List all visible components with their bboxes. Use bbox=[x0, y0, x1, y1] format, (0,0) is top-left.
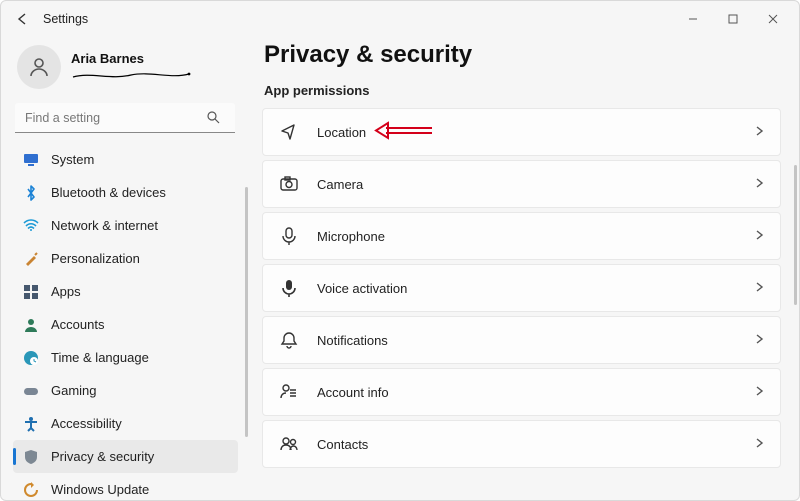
sidebar-item-label: Apps bbox=[51, 284, 81, 299]
sidebar-item-label: Time & language bbox=[51, 350, 149, 365]
accessibility-icon bbox=[23, 416, 39, 432]
camera-icon bbox=[279, 175, 299, 193]
paintbrush-icon bbox=[23, 251, 39, 267]
monitor-icon bbox=[23, 152, 39, 168]
avatar bbox=[17, 45, 61, 89]
sidebar-item-gaming[interactable]: Gaming bbox=[13, 374, 238, 407]
permission-notifications[interactable]: Notifications bbox=[262, 316, 781, 364]
sidebar-item-apps[interactable]: Apps bbox=[13, 275, 238, 308]
profile-block[interactable]: Aria Barnes bbox=[13, 41, 242, 97]
sidebar-item-system[interactable]: System bbox=[13, 143, 238, 176]
sidebar-item-network-internet[interactable]: Network & internet bbox=[13, 209, 238, 242]
chevron-right-icon bbox=[754, 383, 764, 401]
chevron-right-icon bbox=[754, 331, 764, 349]
sidebar-item-privacy-security[interactable]: Privacy & security bbox=[13, 440, 238, 473]
chevron-right-icon bbox=[754, 435, 764, 453]
account-info-icon bbox=[279, 383, 299, 401]
permission-voice-activation[interactable]: Voice activation bbox=[262, 264, 781, 312]
globe-clock-icon bbox=[23, 350, 39, 366]
section-heading: App permissions bbox=[262, 83, 781, 108]
apps-icon bbox=[23, 284, 39, 300]
sidebar: Aria Barnes System Bluetooth & devices Net… bbox=[1, 37, 248, 500]
sidebar-item-accounts[interactable]: Accounts bbox=[13, 308, 238, 341]
main-panel: Privacy & security App permissions Locat… bbox=[248, 37, 799, 500]
permission-label: Location bbox=[317, 125, 366, 140]
redaction-scribble bbox=[71, 71, 191, 81]
settings-window: Settings Aria Barnes System Bluetooth & d… bbox=[0, 0, 800, 501]
permission-location[interactable]: Location bbox=[262, 108, 781, 156]
sidebar-item-label: Windows Update bbox=[51, 482, 149, 497]
chevron-right-icon bbox=[754, 175, 764, 193]
sidebar-item-time-language[interactable]: Time & language bbox=[13, 341, 238, 374]
permission-label: Contacts bbox=[317, 437, 368, 452]
shield-icon bbox=[23, 449, 39, 465]
search-wrap bbox=[15, 103, 236, 133]
sidebar-item-bluetooth-devices[interactable]: Bluetooth & devices bbox=[13, 176, 238, 209]
microphone-icon bbox=[279, 227, 299, 245]
close-button[interactable] bbox=[753, 4, 793, 34]
sidebar-item-label: Gaming bbox=[51, 383, 97, 398]
update-icon bbox=[23, 482, 39, 498]
bluetooth-icon bbox=[23, 185, 39, 201]
voice-icon bbox=[279, 279, 299, 297]
permission-label: Microphone bbox=[317, 229, 385, 244]
sidebar-item-label: System bbox=[51, 152, 94, 167]
page-title: Privacy & security bbox=[262, 37, 781, 83]
sidebar-item-label: Personalization bbox=[51, 251, 140, 266]
contacts-icon bbox=[279, 435, 299, 453]
window-title: Settings bbox=[37, 12, 88, 26]
main-scrollbar[interactable] bbox=[794, 165, 797, 305]
profile-name: Aria Barnes bbox=[71, 51, 191, 66]
permission-camera[interactable]: Camera bbox=[262, 160, 781, 208]
titlebar: Settings bbox=[1, 1, 799, 37]
sidebar-item-label: Privacy & security bbox=[51, 449, 154, 464]
minimize-button[interactable] bbox=[673, 4, 713, 34]
sidebar-item-label: Accounts bbox=[51, 317, 104, 332]
sidebar-item-label: Accessibility bbox=[51, 416, 122, 431]
permission-label: Voice activation bbox=[317, 281, 407, 296]
gamepad-icon bbox=[23, 383, 39, 399]
location-icon bbox=[279, 123, 299, 141]
person-icon bbox=[23, 317, 39, 333]
wifi-icon bbox=[23, 218, 39, 234]
permission-microphone[interactable]: Microphone bbox=[262, 212, 781, 260]
maximize-button[interactable] bbox=[713, 4, 753, 34]
permission-account-info[interactable]: Account info bbox=[262, 368, 781, 416]
back-button[interactable] bbox=[7, 4, 37, 34]
permission-contacts[interactable]: Contacts bbox=[262, 420, 781, 468]
permission-list: Location Camera Microphone Voice activation… bbox=[262, 108, 781, 468]
permission-label: Account info bbox=[317, 385, 389, 400]
permission-label: Camera bbox=[317, 177, 363, 192]
sidebar-item-label: Bluetooth & devices bbox=[51, 185, 166, 200]
bell-icon bbox=[279, 331, 299, 349]
nav-list: System Bluetooth & devices Network & inter… bbox=[13, 143, 242, 500]
sidebar-item-label: Network & internet bbox=[51, 218, 158, 233]
search-input[interactable] bbox=[15, 103, 235, 133]
sidebar-item-windows-update[interactable]: Windows Update bbox=[13, 473, 238, 500]
annotation-arrow bbox=[374, 119, 434, 143]
sidebar-item-accessibility[interactable]: Accessibility bbox=[13, 407, 238, 440]
sidebar-item-personalization[interactable]: Personalization bbox=[13, 242, 238, 275]
search-icon bbox=[206, 110, 220, 129]
chevron-right-icon bbox=[754, 227, 764, 245]
chevron-right-icon bbox=[754, 123, 764, 141]
chevron-right-icon bbox=[754, 279, 764, 297]
permission-label: Notifications bbox=[317, 333, 388, 348]
